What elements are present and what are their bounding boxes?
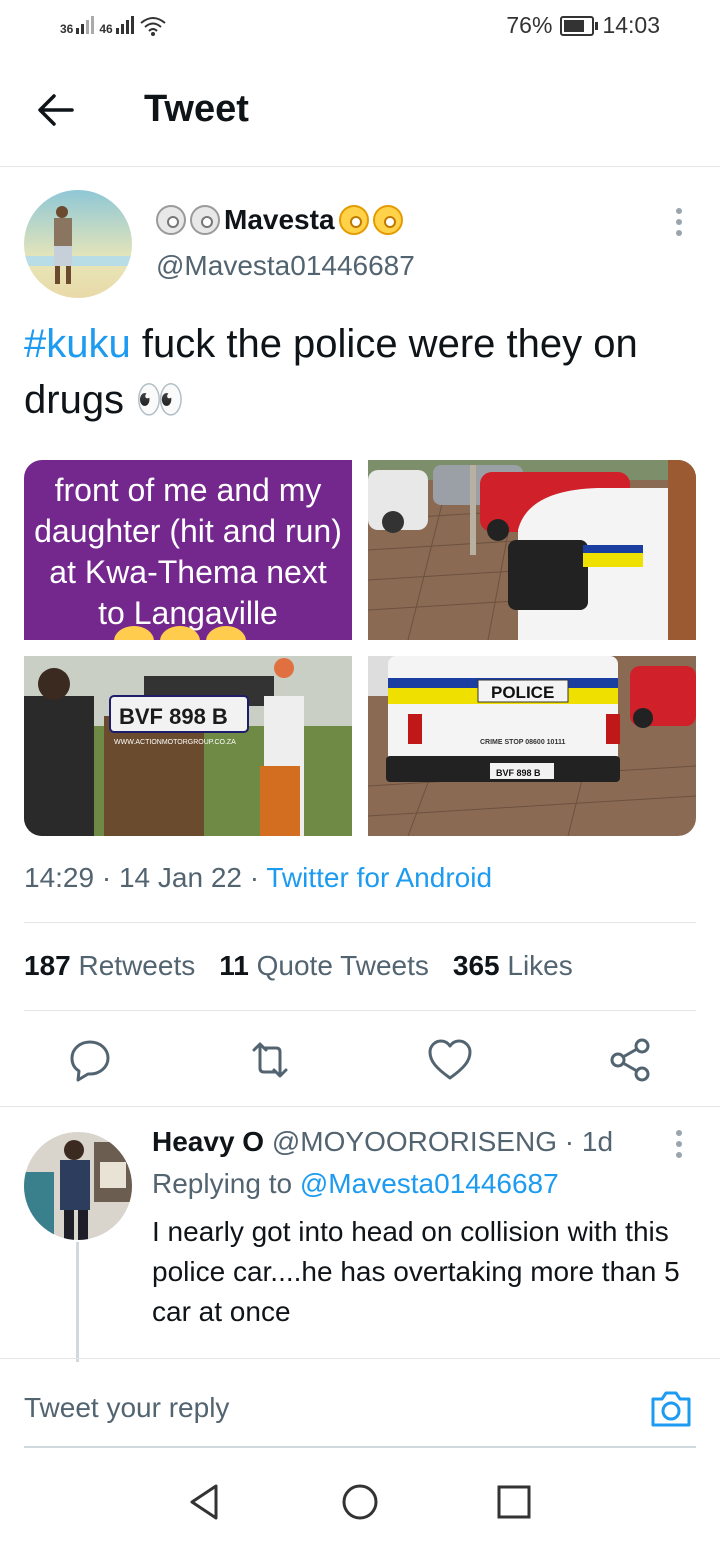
reply-handle: @MOYOORORISENG	[271, 1126, 557, 1157]
likes-label: Likes	[507, 950, 573, 981]
police-text: POLICE	[491, 683, 554, 702]
author-avatar[interactable]	[24, 190, 132, 298]
author-handle[interactable]: @Mavesta01446687	[156, 250, 415, 282]
tweet-time: 14:29	[24, 862, 95, 893]
reply-input[interactable]: Tweet your reply	[24, 1392, 229, 1424]
hashtag-link[interactable]: #kuku	[24, 322, 131, 366]
status-time: 14:03	[602, 12, 660, 38]
like-icon[interactable]	[426, 1036, 474, 1084]
emoji-icon	[156, 205, 186, 235]
wifi-icon	[140, 17, 166, 36]
thread-line	[76, 1242, 79, 1362]
tweet-actions	[0, 1030, 720, 1090]
share-icon[interactable]	[606, 1036, 654, 1084]
retweets-stat[interactable]: 187 Retweets	[24, 950, 195, 982]
likes-stat[interactable]: 365 Likes	[453, 950, 573, 982]
quotes-stat[interactable]: 11 Quote Tweets	[219, 950, 429, 982]
tweet-date: 14 Jan 22	[118, 862, 242, 893]
battery-percent: 76%	[506, 12, 553, 38]
replying-to: Replying to @Mavesta01446687	[152, 1168, 559, 1200]
plate-text-2: BVF 898 B	[496, 768, 541, 778]
more-options-icon[interactable]	[676, 208, 684, 241]
replying-to-link[interactable]: @Mavesta01446687	[300, 1168, 559, 1199]
tweet-stats: 187 Retweets 11 Quote Tweets 365 Likes	[24, 950, 573, 982]
emoji-row	[114, 626, 246, 640]
nav-recents-icon[interactable]	[494, 1482, 534, 1522]
reply-underline	[24, 1446, 696, 1448]
crime-stop-text: CRIME STOP 08600 10111	[480, 739, 565, 746]
tweet-image-1[interactable]: front of me and my daughter (hit and run…	[24, 460, 352, 640]
divider	[0, 1106, 720, 1107]
reply-icon[interactable]	[66, 1036, 114, 1084]
signal-label-2: 46	[99, 22, 113, 36]
divider	[24, 922, 696, 923]
quotes-count: 11	[219, 950, 249, 981]
status-bar: 36 46 76% 14:03	[0, 0, 720, 56]
divider	[24, 1010, 696, 1011]
author-name[interactable]: Mavesta	[156, 204, 403, 236]
signal-icon: 36 46	[60, 14, 167, 36]
top-header: Tweet	[0, 56, 720, 167]
status-right: 76% 14:03	[506, 12, 660, 39]
reply-more-options-icon[interactable]	[676, 1130, 684, 1163]
display-name: Mavesta	[224, 204, 335, 235]
replying-prefix: Replying to	[152, 1168, 293, 1199]
emoji-icon	[190, 205, 220, 235]
image-caption: front of me and my daughter (hit and run…	[34, 472, 342, 631]
dealer-url-text: WWW.ACTIONMOTORGROUP.CO.ZA	[114, 739, 236, 746]
reply-avatar[interactable]	[24, 1132, 132, 1240]
tweet-image-4[interactable]: POLICE CRIME STOP 08600 10111 BVF 898 B	[368, 656, 696, 836]
retweets-count: 187	[24, 950, 71, 981]
plate-text: BVF 898 B	[119, 704, 228, 729]
tweet-meta: 14:29 · 14 Jan 22 · Twitter for Android	[24, 862, 493, 893]
nav-back-icon[interactable]	[186, 1482, 226, 1522]
reply-header[interactable]: Heavy O @MOYOORORISENG · 1d	[152, 1126, 613, 1158]
battery-icon	[560, 15, 599, 36]
tweet-image-3[interactable]: BVF 898 B WWW.ACTIONMOTORGROUP.CO.ZA	[24, 656, 352, 836]
android-nav-bar	[0, 1450, 720, 1541]
reply-display-name: Heavy O	[152, 1126, 265, 1157]
nav-home-icon[interactable]	[340, 1482, 380, 1522]
reply-text: I nearly got into head on collision with…	[152, 1216, 680, 1327]
camera-icon[interactable]	[648, 1386, 694, 1432]
signal-label-1: 36	[60, 22, 74, 36]
emoji-icon	[338, 205, 369, 235]
tweet-text: #kuku fuck the police were they on drugs…	[24, 316, 694, 428]
likes-count: 365	[452, 950, 500, 981]
quotes-label: Quote Tweets	[256, 950, 429, 981]
emoji-icon	[372, 205, 403, 235]
retweets-label: Retweets	[78, 950, 196, 981]
tweet-image-2[interactable]	[368, 460, 696, 640]
tweet-source-link[interactable]: Twitter for Android	[266, 862, 492, 893]
back-arrow-icon[interactable]	[36, 90, 76, 130]
retweet-icon[interactable]	[246, 1036, 294, 1084]
page-title: Tweet	[144, 88, 249, 130]
reply-age: 1d	[581, 1126, 614, 1157]
